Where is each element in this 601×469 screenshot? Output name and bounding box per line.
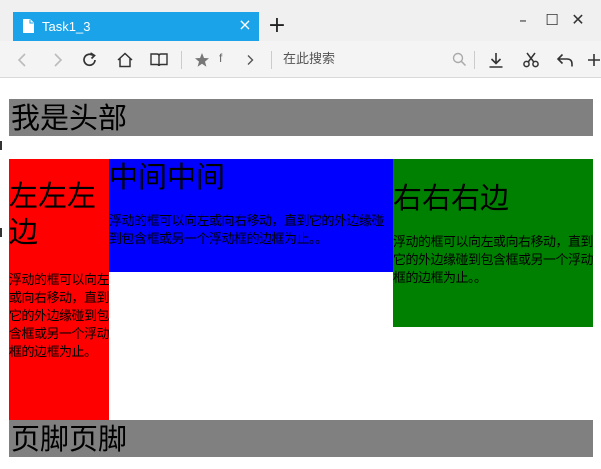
chevron-right-icon <box>247 54 254 65</box>
title-bar: Task1_3 × + – ☐ ✕ <box>0 0 601 41</box>
refresh-button[interactable] <box>78 41 102 78</box>
page-edge-mark <box>0 141 2 150</box>
search-box[interactable] <box>276 47 474 72</box>
home-icon <box>117 51 133 67</box>
web-capture-button[interactable] <box>519 41 543 78</box>
back-button[interactable] <box>11 41 35 78</box>
page-viewport: 我是头部 左左左边 浮动的框可以向左或向右移动，直到它的外边缘碰到包含框或另一个… <box>0 78 601 469</box>
search-input[interactable] <box>276 47 451 72</box>
refresh-icon <box>83 51 96 66</box>
left-column-text: 浮动的框可以向左或向右移动，直到它的外边缘碰到包含框或另一个浮动框的边框为止。 <box>9 273 110 360</box>
toolbar-separator <box>181 51 182 69</box>
maximize-button[interactable]: ☐ <box>540 10 564 30</box>
reading-view-icon <box>150 52 168 66</box>
forward-icon <box>54 52 63 67</box>
search-icon[interactable] <box>452 52 467 67</box>
center-column: 中间中间 浮动的框可以向左或向右移动，直到它的外边缘碰到包含框或另一个浮动框的边… <box>109 159 393 272</box>
left-column: 左左左边 浮动的框可以向左或向右移动，直到它的外边缘碰到包含框或另一个浮动框的边… <box>9 159 110 420</box>
page-header-title: 我是头部 <box>11 101 128 135</box>
center-column-title: 中间中间 <box>109 160 226 194</box>
close-window-button[interactable]: ✕ <box>566 10 590 30</box>
back-icon <box>17 52 26 67</box>
tab-title: Task1_3 <box>42 19 91 34</box>
browser-tab[interactable]: Task1_3 × <box>13 12 259 41</box>
browser-toolbar: f <box>0 41 601 78</box>
share-button[interactable] <box>553 41 577 78</box>
more-button[interactable] <box>586 41 601 78</box>
left-column-title: 左左左边 <box>9 179 97 249</box>
scissors-icon <box>523 52 539 67</box>
toolbar-separator <box>474 51 475 69</box>
star-icon <box>195 52 209 67</box>
favorites-button[interactable] <box>190 41 214 78</box>
undo-icon <box>556 53 573 66</box>
favorites-expand-button[interactable] <box>238 41 262 78</box>
right-column-text: 浮动的框可以向左或向右移动，直到它的外边缘碰到包含框或另一个浮动框的边框为止。。 <box>393 235 594 286</box>
download-icon <box>489 52 503 68</box>
center-column-text: 浮动的框可以向左或向右移动，直到它的外边缘碰到包含框或另一个浮动框的边框为止。。 <box>109 214 385 247</box>
download-button[interactable] <box>484 41 508 78</box>
tab-close-button[interactable]: × <box>235 15 255 35</box>
document-icon <box>23 19 34 33</box>
forward-button[interactable] <box>45 41 69 78</box>
right-column-title: 右右右边 <box>393 181 510 215</box>
page-edge-mark <box>0 228 2 237</box>
plus-icon <box>587 53 600 66</box>
page-footer: 页脚页脚 <box>9 420 593 457</box>
new-tab-button[interactable]: + <box>266 15 288 37</box>
page-footer-title: 页脚页脚 <box>11 422 128 456</box>
minimize-button[interactable]: – <box>511 10 535 30</box>
favorites-label[interactable]: f <box>219 51 222 65</box>
reading-view-button[interactable] <box>147 41 171 78</box>
toolbar-separator <box>271 51 272 69</box>
home-button[interactable] <box>113 41 137 78</box>
page-header: 我是头部 <box>9 99 593 136</box>
right-column: 右右右边 浮动的框可以向左或向右移动，直到它的外边缘碰到包含框或另一个浮动框的边… <box>393 159 594 327</box>
